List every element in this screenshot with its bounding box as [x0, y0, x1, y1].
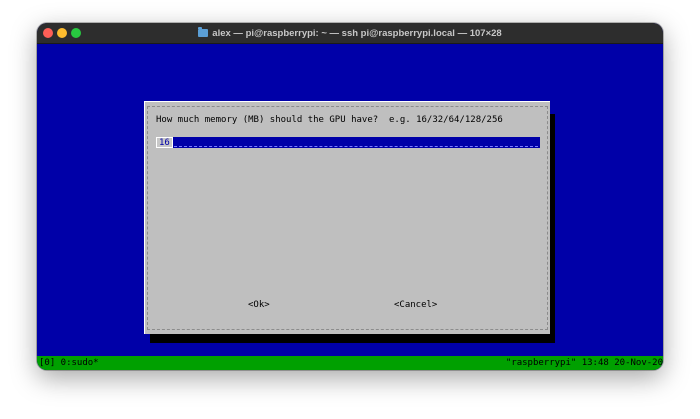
title-bar[interactable]: alex — pi@raspberrypi: ~ — ssh pi@raspbe…	[37, 23, 663, 44]
terminal-window: alex — pi@raspberrypi: ~ — ssh pi@raspbe…	[37, 23, 663, 370]
input-fill-line	[174, 146, 538, 147]
window-title-area: alex — pi@raspberrypi: ~ — ssh pi@raspbe…	[37, 23, 663, 43]
window-title: alex — pi@raspberrypi: ~ — ssh pi@raspbe…	[212, 27, 502, 39]
tmux-status-bar: [0] 0:sudo* "raspberrypi" 13:48 20-Nov-2…	[37, 356, 663, 370]
gpu-memory-input[interactable]: 16	[156, 137, 540, 148]
terminal-area[interactable]: How much memory (MB) should the GPU have…	[37, 44, 663, 370]
folder-icon	[198, 27, 209, 37]
gpu-memory-input-value[interactable]: 16	[156, 137, 173, 148]
dialog-prompt: How much memory (MB) should the GPU have…	[156, 115, 503, 125]
gpu-memory-dialog: How much memory (MB) should the GPU have…	[144, 101, 550, 334]
status-host-clock: "raspberrypi" 13:48 20-Nov-20	[505, 358, 663, 368]
status-window-list[interactable]: [0] 0:sudo*	[39, 356, 99, 370]
cancel-button[interactable]: <Cancel>	[394, 300, 437, 310]
ok-button[interactable]: <Ok>	[248, 300, 270, 310]
